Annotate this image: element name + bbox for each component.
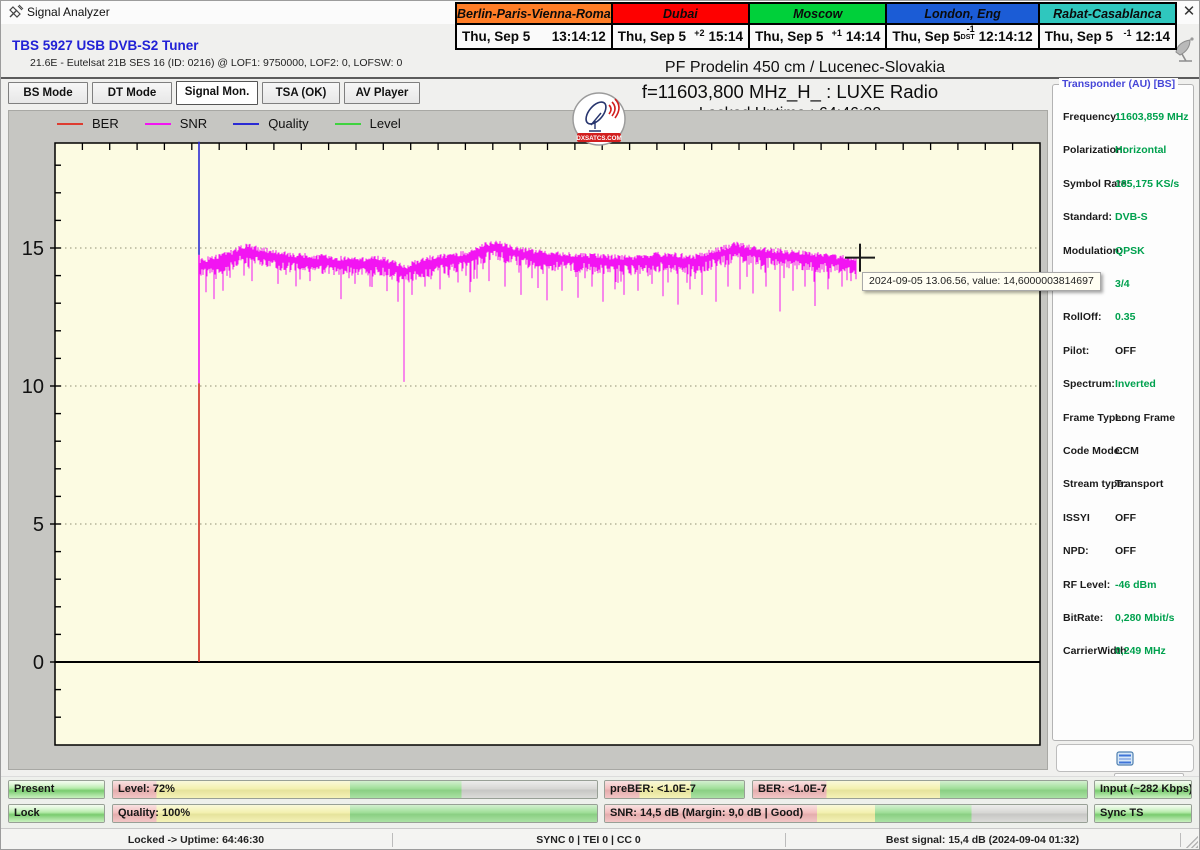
- transponder-row-symbol-rate-: Symbol Rate: 185,175 KS/s: [1063, 177, 1180, 190]
- status-bar: Locked -> Uptime: 64:46:30 SYNC 0 | TEI …: [0, 828, 1200, 850]
- mode-button-dt-mode[interactable]: DT Mode: [92, 82, 172, 104]
- transponder-row-code-mode-: Code Mode: CCM: [1063, 445, 1139, 457]
- snr-meter: SNR: 14,5 dB (Margin: 9,0 dB | Good): [604, 804, 1088, 823]
- transponder-row-frame-type-: Frame Type: Long Frame: [1063, 411, 1176, 424]
- world-clock-table: Berlin-Paris-Vienna-Roma Thu, Sep 5 13:14:…: [455, 2, 1177, 50]
- level-meter: Level: 72%: [112, 780, 598, 799]
- sync-ts-indicator: Sync TS: [1094, 804, 1192, 823]
- clock-3: Moscow Thu, Sep 5 +1 14:14: [750, 4, 888, 48]
- signal-chart-panel[interactable]: BER SNR Quality Level: [8, 110, 1048, 770]
- tuner-subtitle: 21.6E - Eutelsat 21B SES 16 (ID: 0216) @…: [30, 57, 403, 69]
- transponder-row-issyi: ISSYI OFF: [1063, 511, 1136, 524]
- status-uptime: Locked -> Uptime: 64:46:30: [127, 834, 265, 846]
- clock-city-label: Rabat-Casablanca: [1039, 4, 1175, 25]
- chart-tooltip: 2024-09-05 13.06.56, value: 14,600000381…: [862, 271, 1101, 291]
- chart-legend: BER SNR Quality Level: [57, 116, 401, 131]
- clock-city-label: London, Eng: [887, 4, 1038, 25]
- mode-button-tsa-ok-[interactable]: TSA (OK): [262, 82, 340, 104]
- clock-5: Rabat-Casablanca Thu, Sep 5 -1 12:14: [1039, 4, 1175, 48]
- ber-meter: BER: <1.0E-7: [752, 780, 1088, 799]
- mode-button-av-player[interactable]: AV Player: [344, 82, 420, 104]
- transponder-panel: Transponder (AU) [BS] Frequency: 11603,85…: [1052, 78, 1194, 795]
- app-title: Signal Analyzer: [27, 5, 110, 19]
- dxsatcs-logo: DXSATCS.COM: [571, 91, 627, 152]
- frequency-title: f=11603,800 MHz_H_ : LUXE Radio: [641, 81, 939, 102]
- mode-button-signal-mon-[interactable]: Signal Mon.: [176, 81, 258, 105]
- present-indicator: Present: [8, 780, 105, 799]
- transponder-row-polarization-: Polarization: Horizontal: [1063, 144, 1167, 157]
- clock-time-row: Thu, Sep 5 +1 14:14: [750, 25, 886, 48]
- input-indicator: Input (~282 Kbps): [1094, 780, 1192, 799]
- clock-2: Dubai Thu, Sep 5 +2 15:14: [612, 4, 751, 48]
- report-button[interactable]: [1056, 744, 1194, 772]
- preber-meter: preBER: <1.0E-7: [604, 780, 745, 799]
- tuner-title: TBS 5927 USB DVB-S2 Tuner: [12, 38, 199, 53]
- header-divider: [0, 77, 1200, 79]
- transponder-row-stream-type-: Stream type: Transport: [1063, 478, 1164, 491]
- transponder-row-modulation-: Modulation: QPSK: [1063, 244, 1145, 257]
- clock-time-row: Thu, Sep 5 -1 12:14: [1039, 25, 1175, 48]
- clock-1: Berlin-Paris-Vienna-Roma Thu, Sep 5 13:14:…: [457, 4, 613, 48]
- legend-item-snr: SNR: [144, 116, 207, 131]
- lock-indicator: Lock: [8, 804, 105, 823]
- list-icon: [1116, 750, 1134, 766]
- clock-time-row: Thu, Sep 5 -1 DST 12:14:12: [887, 24, 1038, 48]
- transponder-row-carrierwidth-: CarrierWidth: 0,249 MHz: [1063, 645, 1166, 658]
- mode-button-bs-mode[interactable]: BS Mode: [8, 82, 88, 104]
- app-icon: [8, 4, 24, 25]
- legend-item-ber: BER: [57, 116, 119, 131]
- transponder-row-rf-level-: RF Level: -46 dBm: [1063, 578, 1157, 591]
- quality-meter: Quality: 100%: [112, 804, 598, 823]
- clock-city-label: Berlin-Paris-Vienna-Roma: [457, 4, 611, 25]
- clock-city-label: Moscow: [750, 4, 886, 25]
- transponder-row-npd-: NPD: OFF: [1063, 545, 1136, 558]
- close-icon[interactable]: ✕: [1180, 3, 1198, 21]
- clock-time-row: Thu, Sep 5 13:14:12: [457, 25, 611, 48]
- svg-text:DXSATCS.COM: DXSATCS.COM: [576, 135, 621, 142]
- transponder-row-frequency-: Frequency: 11603,859 MHz: [1063, 111, 1189, 123]
- legend-item-level: Level: [334, 116, 401, 131]
- legend-item-quality: Quality: [233, 116, 309, 131]
- clock-time-row: Thu, Sep 5 +2 15:14: [612, 25, 749, 48]
- transponder-row-pilot-: Pilot: OFF: [1063, 344, 1136, 357]
- transponder-row-spectrum-: Spectrum: Inverted: [1063, 378, 1156, 391]
- resize-grip[interactable]: [1186, 836, 1198, 848]
- transponder-panel-title: Transponder (AU) [BS]: [1059, 78, 1179, 90]
- transponder-row-bitrate-: BitRate: 0,280 Mbit/s: [1063, 612, 1175, 624]
- transponder-row-rolloff-: RollOff: 0.35: [1063, 311, 1136, 324]
- status-sync-counters: SYNC 0 | TEI 0 | CC 0: [536, 834, 641, 846]
- transponder-row-standard-: Standard: DVB-S: [1063, 211, 1148, 224]
- status-best-signal: Best signal: 15,4 dB (2024-09-04 01:32): [885, 834, 1080, 846]
- clock-4: London, Eng Thu, Sep 5 -1 DST 12:14:12: [887, 4, 1040, 48]
- site-title: PF Prodelin 450 cm / Lucenec-Slovakia: [664, 59, 946, 76]
- clock-city-label: Dubai: [612, 4, 749, 25]
